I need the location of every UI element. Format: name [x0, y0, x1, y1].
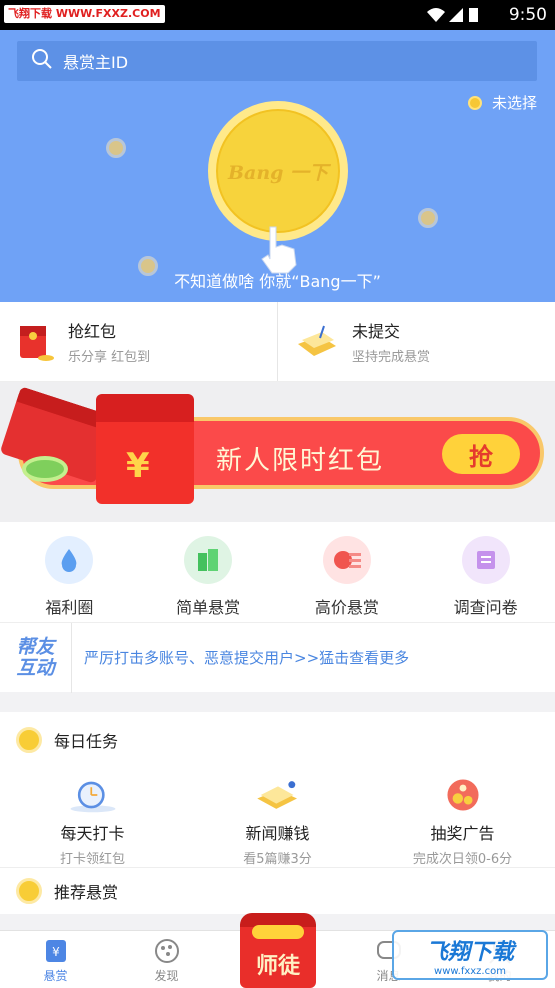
hero-section: 悬赏主ID 未选择 Bang 一下 不知道做啥 你就“Bang一下” [0, 30, 555, 302]
svg-text:¥: ¥ [52, 945, 60, 959]
money-icon [322, 536, 371, 584]
buildings-icon [184, 536, 233, 584]
bang-coin-button[interactable]: Bang 一下 [208, 101, 348, 241]
hero-hint: 不知道做啥 你就“Bang一下” [174, 272, 381, 291]
yen-symbol: ¥ [126, 446, 150, 486]
task-subtitle: 打卡领红包 [59, 852, 125, 867]
news-icon [256, 781, 297, 809]
watermark-badge: 飞翔下载 WWW.FXXZ.COM [4, 5, 165, 23]
category-welfare[interactable]: 福利圈 [0, 522, 139, 622]
item-subtitle: 坚持完成悬赏 [352, 350, 431, 365]
search-input[interactable]: 悬赏主ID [63, 49, 128, 73]
tab-reward[interactable]: ¥ 悬赏 [0, 931, 111, 988]
section-header: 推荐悬赏 [0, 868, 555, 914]
section-header: 每日任务 [0, 712, 555, 768]
mentor-label: 师徒 [255, 954, 300, 979]
red-envelope-icon: ¥ [96, 394, 194, 504]
notice-logo: 帮友 互动 [0, 622, 72, 693]
notice-bar[interactable]: 帮友 互动 严厉打击多账号、恶意提交用户>>猛击查看更多 [0, 622, 555, 693]
grab-redpacket-item[interactable]: 抢红包 乐分享 红包到 [0, 302, 277, 381]
item-title: 抢红包 [68, 322, 117, 341]
item-title: 未提交 [352, 322, 401, 341]
daily-tasks-section: 每日任务 每天打卡 打卡领红包 新闻赚钱 看5篇赚3分 抽奖广告 完成次日领0-… [0, 712, 555, 914]
status-bar: 飞翔下载 WWW.FXXZ.COM 9:50 [0, 0, 555, 30]
logo-line: 帮友 [16, 635, 55, 658]
task-subtitle: 完成次日领0-6分 [412, 852, 513, 867]
scroll-icon [461, 536, 510, 584]
category-simple[interactable]: 简单悬赏 [139, 522, 278, 622]
task-checkin[interactable]: 每天打卡 打卡领红包 [0, 768, 185, 867]
filter-unselected[interactable]: 未选择 [467, 92, 537, 113]
tab-label: 发现 [154, 969, 179, 983]
water-drop-icon [45, 536, 94, 584]
coin-dot-icon [467, 95, 482, 110]
reward-icon: ¥ [45, 940, 66, 962]
category-label: 高价悬赏 [314, 598, 379, 617]
coin-icon [16, 878, 42, 904]
section-title: 推荐悬赏 [54, 883, 119, 902]
task-title: 抽奖广告 [430, 824, 495, 843]
tab-label: 悬赏 [43, 969, 68, 983]
quick-actions: 抢红包 乐分享 红包到 未提交 坚持完成悬赏 [0, 302, 555, 382]
tab-discover[interactable]: 发现 [111, 931, 222, 988]
category-label: 调查问卷 [453, 598, 518, 617]
promo-banner[interactable]: ¥ 新人限时红包 抢 [0, 382, 555, 522]
floating-coin-icon [106, 138, 126, 158]
signal-icons [425, 6, 485, 28]
category-label: 简单悬赏 [176, 598, 241, 617]
corner-watermark: 飞翔下载 www.fxxz.com [392, 930, 548, 980]
green-disc-icon [22, 456, 68, 482]
task-subtitle: 看5篇赚3分 [243, 852, 312, 867]
clock-icon [70, 781, 115, 813]
unsubmitted-item[interactable]: 未提交 坚持完成悬赏 [277, 302, 555, 381]
gold-coins-icon [252, 925, 304, 939]
item-subtitle: 乐分享 红包到 [68, 350, 151, 365]
section-title: 每日任务 [54, 732, 119, 751]
divider [0, 692, 555, 712]
search-icon [31, 48, 53, 74]
category-high-price[interactable]: 高价悬赏 [278, 522, 417, 622]
unselected-label: 未选择 [491, 94, 537, 112]
lottery-icon [446, 779, 479, 811]
bang-coin-label: Bang 一下 [227, 161, 329, 184]
watermark-url: www.fxxz.com [434, 965, 506, 977]
documents-icon [298, 325, 336, 356]
logo-line: 互动 [16, 656, 55, 679]
banner-text: 新人限时红包 [216, 446, 385, 476]
coin-icon [16, 727, 42, 753]
floating-coin-icon [418, 208, 438, 228]
discover-icon [154, 939, 179, 963]
watermark-title: 飞翔下载 [425, 939, 514, 965]
task-title: 新闻赚钱 [245, 824, 310, 843]
grab-button[interactable]: 抢 [442, 434, 520, 474]
notice-message[interactable]: 严厉打击多账号、恶意提交用户>>猛击查看更多 [72, 647, 409, 668]
task-lottery[interactable]: 抽奖广告 完成次日领0-6分 [370, 768, 555, 867]
clock-time: 9:50 [508, 5, 547, 25]
category-survey[interactable]: 调查问卷 [416, 522, 555, 622]
task-title: 每天打卡 [60, 824, 125, 843]
category-grid: 福利圈 简单悬赏 高价悬赏 调查问卷 [0, 522, 555, 622]
task-list: 每天打卡 打卡领红包 新闻赚钱 看5篇赚3分 抽奖广告 完成次日领0-6分 [0, 768, 555, 868]
red-envelope-icon [20, 325, 54, 361]
task-news[interactable]: 新闻赚钱 看5篇赚3分 [185, 768, 370, 867]
category-label: 福利圈 [45, 598, 94, 617]
search-bar[interactable]: 悬赏主ID [17, 41, 537, 81]
mentor-center-button[interactable]: 师徒 [240, 913, 316, 988]
